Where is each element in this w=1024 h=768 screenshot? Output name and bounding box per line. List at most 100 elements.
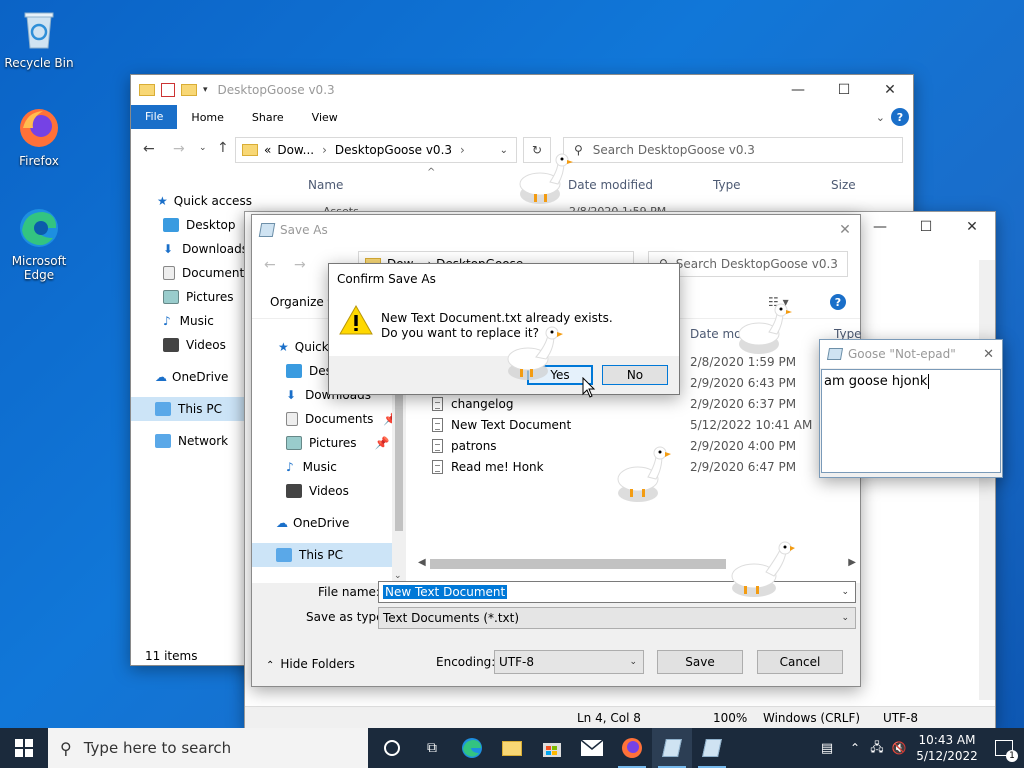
speaker-muted-icon: 🔇 xyxy=(891,741,907,755)
cancel-button[interactable]: Cancel xyxy=(757,650,843,674)
store-icon xyxy=(543,743,561,757)
network-tray[interactable]: 🖧 xyxy=(866,728,888,768)
quick-access-dropdown-icon[interactable]: ▾ xyxy=(203,85,208,95)
music-icon: ♪ xyxy=(286,460,294,474)
taskbar-search-input[interactable]: ⚲ Type here to search xyxy=(48,728,368,768)
notification-center-button[interactable]: 1 xyxy=(984,728,1024,768)
notification-badge: 1 xyxy=(1006,750,1018,762)
encoding-select[interactable]: UTF-8 ⌄ xyxy=(494,650,644,674)
taskbar-mail[interactable] xyxy=(572,728,612,768)
organize-button[interactable]: Organize ▾ xyxy=(270,295,334,309)
back-arrow-icon[interactable]: ← xyxy=(143,141,155,157)
task-view-button[interactable]: ⧉ xyxy=(412,728,452,768)
save-button[interactable]: Save xyxy=(657,650,743,674)
back-arrow-icon[interactable]: ← xyxy=(264,257,276,273)
sort-up-icon: ^ xyxy=(427,167,436,178)
column-date[interactable]: Date modified xyxy=(568,178,653,192)
mouse-cursor-icon xyxy=(582,377,596,398)
recycle-bin-icon xyxy=(17,8,61,52)
column-type[interactable]: Type xyxy=(713,178,741,192)
hide-folders-button[interactable]: ⌃ Hide Folders xyxy=(266,657,355,671)
close-button[interactable]: ✕ xyxy=(830,215,860,245)
goose-notepad-text[interactable]: am goose hjonk xyxy=(821,369,1001,473)
explorer-search-input[interactable]: ⚲ Search DesktopGoose v0.3 xyxy=(563,137,903,163)
no-button[interactable]: No xyxy=(602,365,668,385)
tab-view[interactable]: View xyxy=(298,111,352,124)
nav-pictures[interactable]: Pictures 📌 xyxy=(252,431,406,455)
nav-this-pc[interactable]: This PC xyxy=(252,543,406,567)
video-icon xyxy=(163,338,179,352)
address-overflow[interactable]: « xyxy=(264,143,271,157)
ribbon-tabs: File Home Share View ⌄ ? xyxy=(131,105,913,129)
taskbar-file-explorer[interactable] xyxy=(492,728,532,768)
clock[interactable]: 10:43 AM 5/12/2022 xyxy=(910,728,984,768)
vertical-scrollbar[interactable] xyxy=(979,260,995,700)
desktop-icon-recycle-bin[interactable]: Recycle Bin xyxy=(1,8,77,70)
nav-videos[interactable]: Videos xyxy=(252,479,406,503)
nav-music[interactable]: ♪ Music xyxy=(252,455,406,479)
tab-share[interactable]: Share xyxy=(238,111,298,124)
forward-arrow-icon[interactable]: → xyxy=(173,141,185,157)
maximize-button[interactable]: ☐ xyxy=(903,212,949,242)
pin-icon: 📌 xyxy=(374,436,390,450)
notepad-status-bar: Ln 4, Col 8 100% Windows (CRLF) UTF-8 xyxy=(245,706,995,728)
breadcrumb-downloads[interactable]: Dow... xyxy=(277,143,314,157)
keyboard-button[interactable]: ▤ xyxy=(810,728,844,768)
forward-arrow-icon[interactable]: → xyxy=(294,257,306,273)
chevron-down-icon[interactable]: ⌄ xyxy=(841,587,849,597)
notepad-icon xyxy=(826,348,844,360)
checkmark-icon[interactable] xyxy=(161,83,175,97)
taskbar-store[interactable] xyxy=(532,728,572,768)
tab-home[interactable]: Home xyxy=(177,111,237,124)
nav-quick-access[interactable]: ★Quick access xyxy=(131,189,301,213)
close-button[interactable]: ✕ xyxy=(949,212,995,242)
volume-tray[interactable]: 🔇 xyxy=(888,728,910,768)
nav-onedrive[interactable]: ☁ OneDrive xyxy=(252,511,406,535)
minimize-button[interactable]: — xyxy=(857,212,903,242)
file-row[interactable]: changelog 2/9/2020 6:37 PM xyxy=(432,393,852,414)
close-button[interactable]: ✕ xyxy=(867,75,913,105)
chevron-right-icon: › xyxy=(322,143,327,157)
desktop-icon-firefox[interactable]: Firefox xyxy=(1,106,77,168)
maximize-button[interactable]: ☐ xyxy=(821,75,867,105)
save-type-select[interactable]: Text Documents (*.txt) ⌄ xyxy=(378,607,856,629)
tab-file[interactable]: File xyxy=(131,105,178,129)
goose-notepad-title: Goose "Not-epad" xyxy=(848,347,956,361)
start-button[interactable] xyxy=(0,728,48,768)
column-name[interactable]: Name xyxy=(308,178,343,192)
cloud-icon: ☁ xyxy=(276,516,288,530)
chevron-up-icon: ⌃ xyxy=(266,660,275,671)
minimize-button[interactable]: — xyxy=(775,75,821,105)
chevron-down-icon[interactable]: ⌄ xyxy=(500,145,508,156)
taskbar-firefox[interactable] xyxy=(612,728,652,768)
goose-icon xyxy=(519,153,573,204)
tray-overflow-button[interactable]: ⌃ xyxy=(844,728,866,768)
expand-ribbon-icon[interactable]: ⌄ xyxy=(870,111,891,124)
goose-icon xyxy=(617,446,671,502)
network-icon: 🖧 xyxy=(870,739,884,754)
taskbar-notepad[interactable] xyxy=(652,728,692,768)
address-bar[interactable]: « Dow... › DesktopGoose v0.3 › ⌄ xyxy=(235,137,517,163)
breadcrumb-current[interactable]: DesktopGoose v0.3 xyxy=(335,143,452,157)
taskbar-notepad-2[interactable] xyxy=(692,728,732,768)
desktop-icon-edge[interactable]: Microsoft Edge xyxy=(1,206,77,282)
nav-documents[interactable]: Documents 📌 xyxy=(252,407,406,431)
file-name-label: File name: xyxy=(318,585,380,599)
folder-icon[interactable] xyxy=(181,84,197,96)
firefox-icon xyxy=(622,738,642,758)
desktop-icon xyxy=(286,364,302,378)
chevron-up-icon: ⌃ xyxy=(849,741,861,755)
recent-dropdown-icon[interactable]: ⌄ xyxy=(199,143,207,153)
explorer-titlebar: ▾ DesktopGoose v0.3 — ☐ ✕ xyxy=(131,75,913,105)
close-button[interactable]: ✕ xyxy=(983,347,994,362)
help-icon[interactable]: ? xyxy=(830,294,846,310)
help-icon[interactable]: ? xyxy=(891,108,909,126)
taskbar-edge[interactable] xyxy=(452,728,492,768)
column-size[interactable]: Size xyxy=(831,178,856,192)
clock-time: 10:43 AM xyxy=(918,733,976,747)
file-row[interactable]: New Text Document 5/12/2022 10:41 AM xyxy=(432,414,852,435)
up-arrow-icon[interactable]: ↑ xyxy=(217,140,229,156)
confirm-message-line1: New Text Document.txt already exists. xyxy=(381,311,613,325)
cortana-button[interactable] xyxy=(372,728,412,768)
chevron-down-icon: ⌄ xyxy=(629,657,637,667)
